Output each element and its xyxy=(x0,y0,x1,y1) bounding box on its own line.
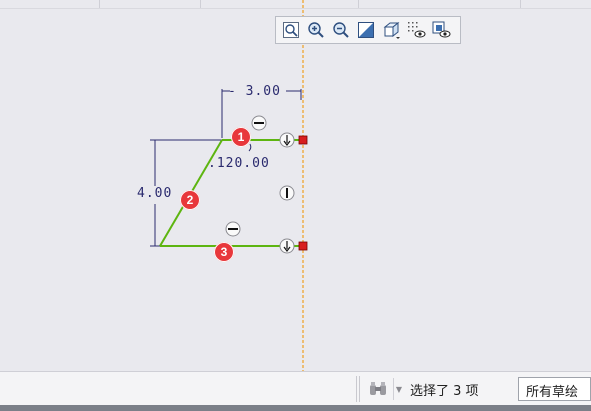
selection-status: 选择了 3 项 xyxy=(410,384,479,399)
horizontal-constraint-icon[interactable] xyxy=(251,115,267,131)
dimension-vertical-value[interactable]: 4.00 xyxy=(137,186,172,201)
refit-icon[interactable] xyxy=(280,19,302,41)
window-bottom-edge xyxy=(0,405,591,411)
sketcher-display-icon[interactable] xyxy=(430,19,452,41)
find-button[interactable]: ▼ xyxy=(363,378,405,400)
chevron-down-icon[interactable]: ▼ xyxy=(393,378,404,400)
endpoint-marker[interactable] xyxy=(298,135,308,145)
dimension-horizontal-value[interactable]: - 3.00 xyxy=(228,84,281,99)
endpoint-marker[interactable] xyxy=(298,241,308,251)
zoom-in-icon[interactable] xyxy=(305,19,327,41)
callout-badge-2: 2 xyxy=(180,190,200,210)
status-bar-separator xyxy=(356,376,357,402)
binoculars-icon xyxy=(363,381,393,397)
repaint-icon[interactable] xyxy=(355,19,377,41)
selection-filter-select[interactable]: 所有草绘 xyxy=(518,377,591,401)
status-bar-separator xyxy=(359,376,360,402)
point-on-line-icon[interactable] xyxy=(279,238,295,254)
dimension-angle-value[interactable]: .120.00 xyxy=(208,156,270,171)
vertical-constraint-icon[interactable] xyxy=(279,185,295,201)
display-style-icon[interactable] xyxy=(380,19,402,41)
graphics-toolbar xyxy=(275,16,461,44)
angle-dimension-arc[interactable] xyxy=(248,143,252,152)
callout-badge-1: 1 xyxy=(231,127,251,147)
horizontal-constraint-icon[interactable] xyxy=(225,221,241,237)
zoom-out-icon[interactable] xyxy=(330,19,352,41)
datum-display-icon[interactable] xyxy=(405,19,427,41)
status-bar: ▼ 选择了 3 项 所有草绘 xyxy=(0,371,591,406)
sketch-canvas[interactable] xyxy=(0,0,591,371)
callout-badge-3: 3 xyxy=(214,242,234,262)
point-on-line-icon[interactable] xyxy=(279,132,295,148)
